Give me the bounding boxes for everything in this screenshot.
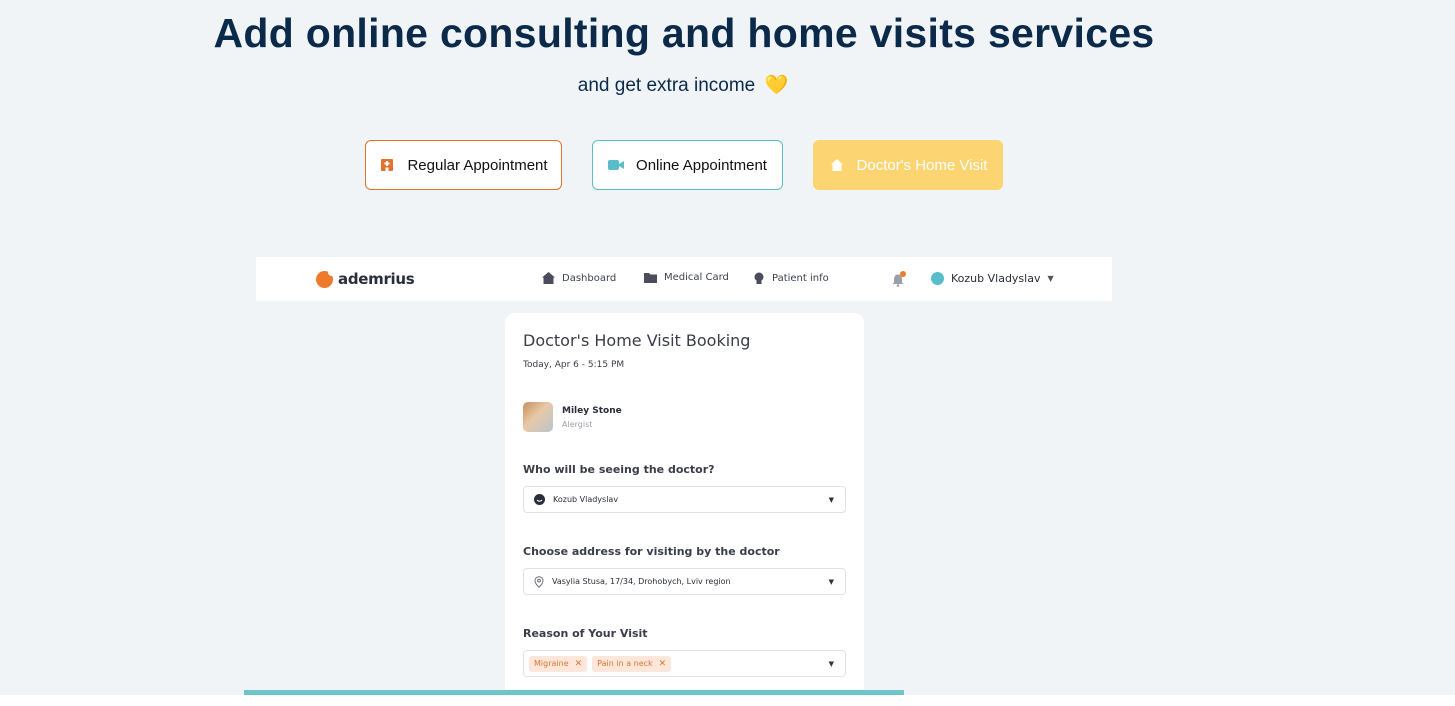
location-pin-icon [534, 575, 544, 588]
regular-appointment-label: Regular Appointment [407, 156, 548, 174]
user-avatar [931, 272, 944, 285]
nav-medical-card-label: Medical Card [664, 272, 729, 283]
booking-title: Doctor's Home Visit Booking [523, 331, 751, 350]
nav-patient-info[interactable]: Patient info [753, 272, 829, 284]
remove-icon[interactable]: ✕ [659, 659, 667, 669]
hospital-icon [379, 157, 395, 173]
booking-card: Doctor's Home Visit Booking Today, Apr 6… [505, 313, 864, 706]
remove-icon[interactable]: ✕ [575, 659, 583, 669]
logo[interactable]: ademrius [316, 268, 415, 288]
address-value: Vasylia Stusa, 17/34, Drohobych, Lviv re… [552, 577, 731, 586]
reason-tag[interactable]: Migraine ✕ [529, 655, 588, 672]
doctor-info: Miley Stone Alergist [523, 402, 622, 432]
page-bottom-strip [0, 695, 1455, 706]
user-menu[interactable]: Kozub Vladyslav ▼ [931, 272, 1054, 285]
online-appointment-label: Online Appointment [636, 156, 767, 174]
home-visit-label: Doctor's Home Visit [856, 156, 988, 174]
chevron-down-icon: ▼ [828, 496, 834, 504]
app-navbar: ademrius Dashboard Medical Card Patient … [256, 257, 1112, 301]
reason-label: Reason of Your Visit [523, 627, 648, 640]
user-face-icon [534, 494, 545, 505]
user-name: Kozub Vladyslav [951, 272, 1041, 285]
chevron-down-icon: ▼ [828, 660, 834, 668]
doctor-role: Alergist [562, 419, 593, 429]
nav-dashboard-label: Dashboard [562, 272, 617, 284]
doctor-name: Miley Stone [562, 405, 622, 416]
notification-dot [900, 271, 906, 277]
doctor-avatar [523, 402, 553, 432]
heart-icon: 💛 [764, 75, 789, 96]
chevron-down-icon: ▼ [1047, 274, 1054, 283]
logo-mark-icon [316, 268, 335, 288]
folder-icon [644, 273, 657, 283]
address-label: Choose address for visiting by the docto… [523, 545, 780, 558]
reason-tag[interactable]: Pain in a neck ✕ [592, 655, 672, 672]
hero-title: Add online consulting and home visits se… [213, 10, 1155, 56]
hero-subtitle-text: and get extra income [577, 75, 756, 96]
notification-bell-icon[interactable] [892, 271, 906, 291]
booking-date: Today, Apr 6 - 5:15 PM [523, 360, 625, 370]
who-label: Who will be seeing the doctor? [523, 463, 715, 476]
nav-patient-info-label: Patient info [772, 272, 829, 284]
house-icon [829, 157, 845, 173]
who-select[interactable]: Kozub Vladyslav ▼ [523, 486, 846, 513]
nav-medical-card[interactable]: Medical Card [644, 272, 729, 283]
video-camera-icon [608, 157, 625, 173]
reason-tag-label: Migraine [534, 659, 569, 668]
online-appointment-button[interactable]: Online Appointment [592, 140, 783, 190]
address-select[interactable]: Vasylia Stusa, 17/34, Drohobych, Lviv re… [523, 568, 846, 595]
regular-appointment-button[interactable]: Regular Appointment [365, 140, 562, 190]
home-icon [542, 272, 555, 284]
who-value: Kozub Vladyslav [553, 495, 619, 504]
reason-select[interactable]: Migraine ✕ Pain in a neck ✕ ▼ [523, 650, 846, 677]
home-visit-button[interactable]: Doctor's Home Visit [813, 140, 1003, 190]
hero-subtitle: and get extra income 💛 [0, 73, 1366, 97]
reason-tag-label: Pain in a neck [597, 659, 653, 668]
patient-icon [754, 272, 764, 284]
chevron-down-icon: ▼ [828, 578, 834, 586]
logo-text: ademrius [338, 270, 415, 288]
nav-dashboard[interactable]: Dashboard [542, 272, 616, 284]
